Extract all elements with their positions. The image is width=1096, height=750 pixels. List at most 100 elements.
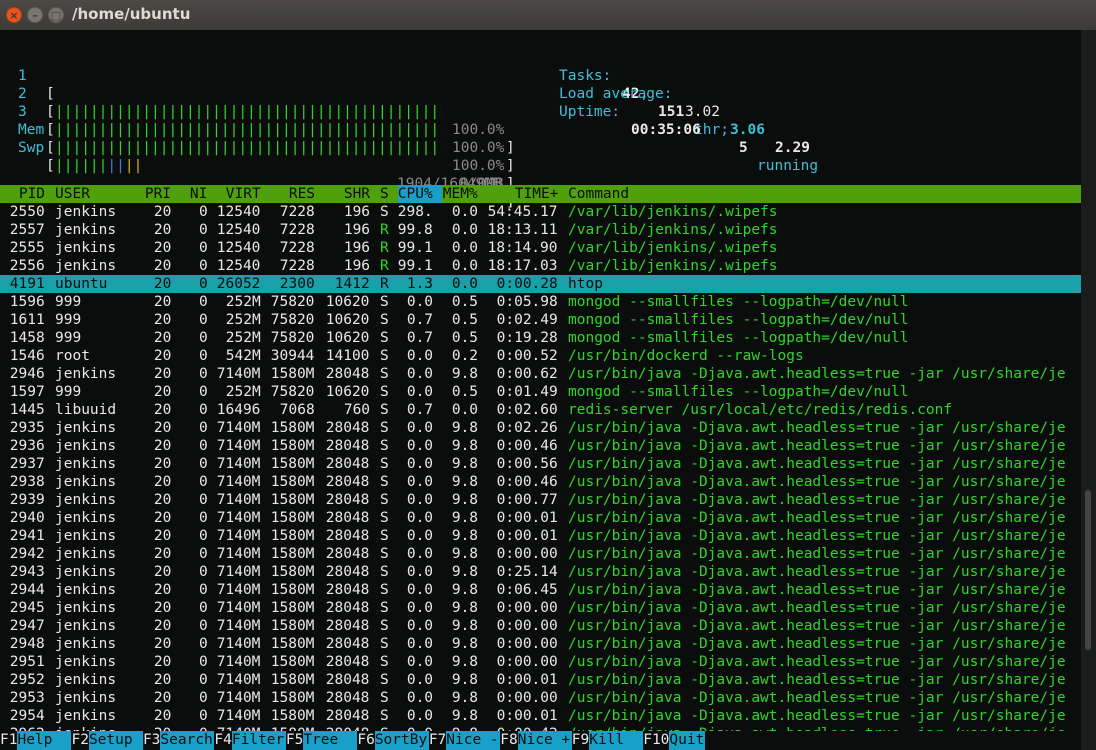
table-row[interactable]: 1458 999 20 0 252M 75820 10620 S 0.7 0.5 0:19.28 mo… xyxy=(0,329,1081,347)
fkey-f8-label[interactable]: Nice + xyxy=(517,731,572,750)
fkey-f3[interactable]: F3 xyxy=(142,732,161,748)
cell-pri: 20 xyxy=(153,528,172,544)
cell-res: 7228 xyxy=(279,204,315,220)
fkey-f3-label[interactable]: Search xyxy=(160,731,215,750)
table-row[interactable]: 2953 jenkins 20 0 7140M 1580M 28048 S 0.0 9.8 0:00… xyxy=(0,689,1081,707)
cell-state: S xyxy=(380,510,389,526)
table-row[interactable]: 2944 jenkins 20 0 7140M 1580M 28048 S 0.0 9.8 0:06… xyxy=(0,581,1081,599)
table-row[interactable]: 2555 jenkins 20 0 12540 7228 196 R 99.1 0.0 18:14.… xyxy=(0,239,1081,257)
table-row[interactable]: 2951 jenkins 20 0 7140M 1580M 28048 S 0.0 9.8 0:00… xyxy=(0,653,1081,671)
table-row[interactable]: 1597 999 20 0 252M 75820 10620 S 0.0 0.5 0:01.49 mo… xyxy=(0,383,1081,401)
fkey-f9[interactable]: F9 xyxy=(571,732,590,748)
cell-time: 0:00.00 xyxy=(496,600,558,616)
table-row[interactable]: 4191 ubuntu 20 0 26052 2300 1412 R 1.3 0.0 0:00.28… xyxy=(0,275,1081,293)
table-row[interactable]: 2947 jenkins 20 0 7140M 1580M 28048 S 0.0 9.8 0:00… xyxy=(0,617,1081,635)
fkey-f9-label[interactable]: Kill xyxy=(589,731,644,750)
fkey-f7[interactable]: F7 xyxy=(428,732,447,748)
cell-pid: 2938 xyxy=(9,474,45,490)
column-header-ni[interactable]: NI xyxy=(190,185,207,203)
cell-pid: 4191 xyxy=(9,276,45,292)
table-row[interactable]: 2556 jenkins 20 0 12540 7228 196 R 99.1 0.0 18:17.… xyxy=(0,257,1081,275)
cell-mem: 9.8 xyxy=(451,582,479,598)
table-row[interactable]: 2940 jenkins 20 0 7140M 1580M 28048 S 0.0 9.8 0:00… xyxy=(0,509,1081,527)
cell-res: 1580M xyxy=(270,636,315,652)
table-row[interactable]: 2938 jenkins 20 0 7140M 1580M 28048 S 0.0 9.8 0:00… xyxy=(0,473,1081,491)
cell-command: mongod --smallfiles --logpath=/dev/null xyxy=(568,384,909,400)
fkey-f5[interactable]: F5 xyxy=(285,732,304,748)
column-header-res[interactable]: RES xyxy=(289,185,315,203)
table-row[interactable]: 2935 jenkins 20 0 7140M 1580M 28048 S 0.0 9.8 0:02… xyxy=(0,419,1081,437)
column-header-pri[interactable]: PRI xyxy=(145,185,171,203)
column-header-pid[interactable]: PID xyxy=(19,185,45,203)
table-row[interactable]: 1611 999 20 0 252M 75820 10620 S 0.7 0.5 0:02.49 mo… xyxy=(0,311,1081,329)
cell-shr: 10620 xyxy=(325,294,370,310)
cell-pri: 20 xyxy=(153,330,172,346)
cell-ni: 0 xyxy=(198,348,208,364)
fkey-f5-label[interactable]: Tree xyxy=(303,731,358,750)
title-bar: × – □ /home/ubuntu xyxy=(0,0,1096,31)
cell-virt: 7140M xyxy=(216,672,261,688)
scrollbar-thumb[interactable] xyxy=(1085,490,1091,650)
column-header-mem[interactable]: MEM% xyxy=(443,185,478,203)
cell-ni: 0 xyxy=(198,276,208,292)
table-row[interactable]: 2954 jenkins 20 0 7140M 1580M 28048 S 0.0 9.8 0:00… xyxy=(0,707,1081,725)
table-row[interactable]: 2557 jenkins 20 0 12540 7228 196 R 99.8 0.0 18:13.… xyxy=(0,221,1081,239)
column-header-cpu[interactable]: CPU% xyxy=(397,185,442,203)
table-row[interactable]: 1445 libuuid 20 0 16496 7068 760 S 0.7 0.0 0:02.60… xyxy=(0,401,1081,419)
column-header-user[interactable]: USER xyxy=(55,185,90,203)
fkey-f2-label[interactable]: Setup xyxy=(88,731,143,750)
cell-cpu: 0.0 xyxy=(406,690,434,706)
close-window-button[interactable]: × xyxy=(6,7,22,23)
cell-mem: 0.2 xyxy=(451,348,479,364)
table-row[interactable]: 2550 jenkins 20 0 12540 7228 196 S 298. 0.0 54:45.… xyxy=(0,203,1081,221)
cell-pri: 20 xyxy=(153,294,172,310)
cell-ni: 0 xyxy=(198,474,208,490)
fkey-f4[interactable]: F4 xyxy=(214,732,232,748)
maximize-window-button[interactable]: □ xyxy=(48,7,64,23)
fkey-f6-label[interactable]: SortBy xyxy=(374,731,429,750)
cell-time: 54:45.17 xyxy=(487,204,558,220)
fkey-f10[interactable]: F10 xyxy=(643,732,670,748)
cell-res: 7228 xyxy=(279,240,315,256)
table-row[interactable]: 2945 jenkins 20 0 7140M 1580M 28048 S 0.0 9.8 0:00… xyxy=(0,599,1081,617)
cell-res: 1580M xyxy=(270,708,315,724)
table-row[interactable]: 2942 jenkins 20 0 7140M 1580M 28048 S 0.0 9.8 0:00… xyxy=(0,545,1081,563)
cell-pid: 2935 xyxy=(9,420,45,436)
table-row[interactable]: 2943 jenkins 20 0 7140M 1580M 28048 S 0.0 9.8 0:25… xyxy=(0,563,1081,581)
cell-user: libuuid xyxy=(55,402,117,418)
scrollbar[interactable] xyxy=(1081,30,1096,750)
table-row[interactable]: 2946 jenkins 20 0 7140M 1580M 28048 S 0.0 9.8 0:00… xyxy=(0,365,1081,383)
column-header-virt[interactable]: VIRT xyxy=(226,185,261,203)
mem-meter-bar: |||||||||| xyxy=(55,158,143,174)
cell-ni: 0 xyxy=(198,258,208,274)
table-row[interactable]: 1596 999 20 0 252M 75820 10620 S 0.0 0.5 0:05.98 mo… xyxy=(0,293,1081,311)
cell-ni: 0 xyxy=(198,366,208,382)
fkey-f10-label[interactable]: Quit xyxy=(669,731,706,750)
fkey-f2[interactable]: F2 xyxy=(71,732,89,748)
table-row[interactable]: 2952 jenkins 20 0 7140M 1580M 28048 S 0.0 9.8 0:00… xyxy=(0,671,1081,689)
cell-ni: 0 xyxy=(198,492,208,508)
table-row[interactable]: 2936 jenkins 20 0 7140M 1580M 28048 S 0.0 9.8 0:00… xyxy=(0,437,1081,455)
fkey-f6[interactable]: F6 xyxy=(357,732,375,748)
fkey-f1[interactable]: F1 xyxy=(0,732,18,748)
cell-user: 999 xyxy=(55,312,82,328)
fkey-f7-label[interactable]: Nice - xyxy=(446,731,501,750)
table-row[interactable]: 2937 jenkins 20 0 7140M 1580M 28048 S 0.0 9.8 0:00… xyxy=(0,455,1081,473)
column-header-state[interactable]: S xyxy=(380,185,389,203)
fkey-f1-label[interactable]: Help xyxy=(17,731,72,750)
column-header-command[interactable]: Command xyxy=(568,185,629,203)
table-row[interactable]: 2941 jenkins 20 0 7140M 1580M 28048 S 0.0 9.8 0:00… xyxy=(0,527,1081,545)
cell-res: 1580M xyxy=(270,672,315,688)
table-row[interactable]: 2939 jenkins 20 0 7140M 1580M 28048 S 0.0 9.8 0:00… xyxy=(0,491,1081,509)
fkey-f8[interactable]: F8 xyxy=(500,732,518,748)
minimize-window-button[interactable]: – xyxy=(27,7,43,23)
terminal-area[interactable]: 1 [ ||||||||||||||||||||||||||||||||||||… xyxy=(0,30,1096,750)
cell-command: redis-server /usr/local/etc/redis/redis.… xyxy=(568,402,953,418)
column-header-time[interactable]: TIME+ xyxy=(515,185,559,203)
column-header-shr[interactable]: SHR xyxy=(344,185,370,203)
cell-state: S xyxy=(380,618,389,634)
table-row[interactable]: 2948 jenkins 20 0 7140M 1580M 28048 S 0.0 9.8 0:00… xyxy=(0,635,1081,653)
table-row[interactable]: 1546 root 20 0 542M 30944 14100 S 0.0 0.2 0:00.52 /… xyxy=(0,347,1081,365)
cell-mem: 9.8 xyxy=(451,636,479,652)
fkey-f4-label[interactable]: Filter xyxy=(231,731,286,750)
